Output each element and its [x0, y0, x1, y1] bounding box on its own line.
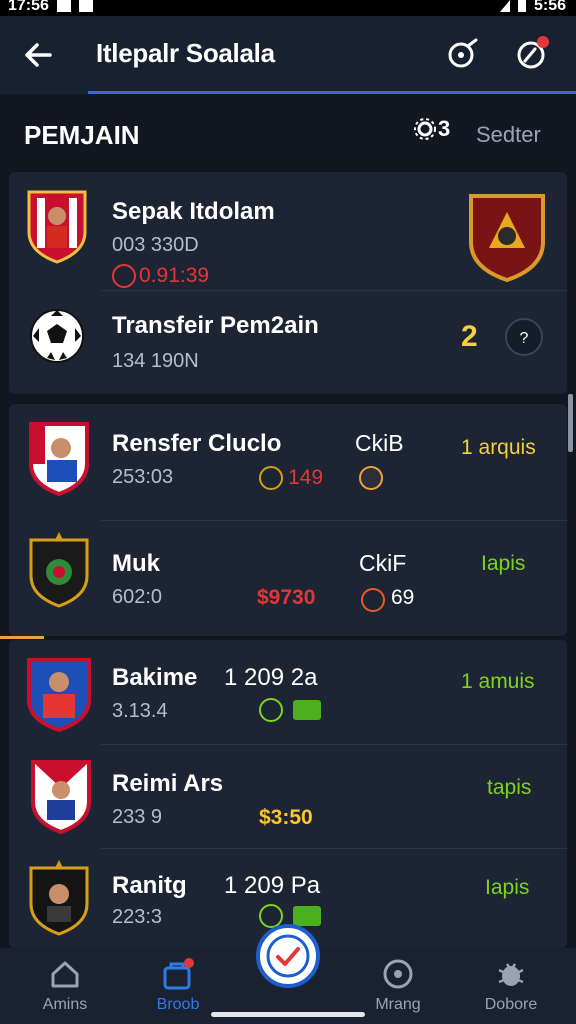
- whistle-icon[interactable]: [444, 34, 482, 72]
- page-title: Itlepalr Soalala: [96, 38, 275, 68]
- player-extra: 1 209 2a: [224, 664, 318, 691]
- settings-count: 3: [438, 116, 451, 141]
- player-value: $9730: [257, 586, 316, 609]
- soccer-ball-icon: [30, 309, 84, 363]
- compass-icon[interactable]: [512, 34, 550, 72]
- status-badge: 1 arquis: [461, 436, 536, 459]
- status-badge: 1 amuis: [461, 670, 535, 693]
- nav-item-target[interactable]: Mrang: [353, 958, 443, 1014]
- status-badge: Iapis: [481, 552, 526, 575]
- nav-item-bug[interactable]: Dobore: [466, 958, 556, 1014]
- signal-icon: [499, 0, 510, 12]
- flag-icon: [293, 700, 321, 720]
- player-value: 0.91:39: [139, 264, 210, 287]
- club-crest-icon: [29, 860, 89, 936]
- section-header: PEMJAIN 3 Sedter: [0, 94, 576, 172]
- player-name: Reimi Ars: [112, 770, 224, 797]
- rating-icon: [361, 588, 385, 612]
- player-name: Rensfer Cluclo: [112, 430, 282, 457]
- club-label: CkiB: [355, 430, 404, 456]
- arrow-left-icon[interactable]: [20, 38, 56, 72]
- player-stat: 003 330D: [112, 234, 199, 256]
- club-crest-icon: [29, 532, 89, 608]
- transfer-count: 2: [461, 320, 478, 353]
- message-icon: [78, 0, 93, 12]
- player-value: $3:50: [259, 806, 313, 829]
- player-value: 149: [288, 466, 324, 489]
- club-crest-icon: [29, 422, 89, 496]
- player-name: Bakime: [112, 664, 198, 691]
- status-badge: tapis: [487, 776, 532, 799]
- list-item[interactable]: Muk 602:0 $9730 CkiF 69 Iapis: [9, 520, 567, 636]
- list-item[interactable]: Rensfer Cluclo 253:03 149 CkiB 1 arquis: [9, 404, 567, 520]
- player-name: Sepak Itdolam: [112, 198, 275, 225]
- gear-icon: [414, 118, 436, 140]
- home-icon: [51, 961, 79, 988]
- status-badge: Iapis: [485, 876, 530, 899]
- player-extra: 1 209 Pa: [224, 872, 321, 899]
- check-circle-icon: [259, 698, 283, 722]
- section-title: PEMJAIN: [24, 120, 140, 150]
- notification-icon: [56, 0, 71, 12]
- battery-icon: [517, 0, 526, 12]
- player-card: Rensfer Cluclo 253:03 149 CkiB 1 arquis …: [9, 404, 567, 636]
- player-name: Transfeir Pem2ain: [112, 312, 319, 339]
- shop-icon: [163, 958, 194, 990]
- rating-value: 69: [391, 586, 415, 609]
- sorter-button[interactable]: Sedter: [476, 122, 541, 148]
- info-icon[interactable]: ?: [505, 318, 543, 356]
- player-stat: 233 9: [112, 806, 163, 828]
- club-logo-icon: [469, 194, 545, 282]
- status-bar: 17:56 5:56: [0, 0, 576, 16]
- scrollbar[interactable]: [568, 394, 573, 452]
- app-bar: Itlepalr Soalala: [0, 16, 576, 94]
- nav-item-shop[interactable]: Broob: [133, 958, 223, 1014]
- settings-button[interactable]: 3: [414, 116, 450, 142]
- bug-icon: [498, 963, 524, 986]
- confirm-button[interactable]: [256, 924, 320, 988]
- target-icon: [383, 959, 413, 989]
- player-stat: 602:0: [112, 586, 163, 608]
- coin-icon: [259, 466, 283, 490]
- flame-icon: [359, 466, 383, 490]
- player-stat: 253:03: [112, 466, 174, 488]
- flag-icon: [293, 906, 321, 926]
- list-item[interactable]: Sepak Itdolam 003 330D 0.91:39: [9, 172, 567, 290]
- nav-label: Dobore: [484, 996, 538, 1013]
- status-clock: 5:56: [533, 0, 566, 14]
- svg-text:?: ?: [520, 330, 529, 347]
- player-stat: 3.13.4: [112, 700, 168, 722]
- checkmark-icon: [266, 934, 310, 978]
- nav-label: Amins: [42, 996, 88, 1013]
- nav-item-home[interactable]: Amins: [20, 958, 110, 1014]
- player-card: Bakime 1 209 2a 3.13.4 1 amuis Reimi Ars…: [9, 640, 567, 948]
- club-crest-icon: [27, 658, 91, 732]
- home-indicator[interactable]: [211, 1012, 365, 1017]
- player-name: Ranitg: [112, 872, 187, 899]
- club-crest-icon: [27, 190, 87, 264]
- nav-label: Mrang: [375, 996, 421, 1013]
- clock-icon: [112, 264, 136, 288]
- nav-label: Broob: [156, 996, 200, 1013]
- player-card: Sepak Itdolam 003 330D 0.91:39 Transfeir…: [9, 172, 567, 394]
- list-item[interactable]: Transfeir Pem2ain 134 190N 2 ?: [9, 290, 567, 394]
- player-stat: 223:3: [112, 906, 163, 928]
- list-item[interactable]: Bakime 1 209 2a 3.13.4 1 amuis: [9, 640, 567, 744]
- player-name: Muk: [112, 550, 160, 577]
- club-label: CkiF: [359, 550, 407, 576]
- club-crest-icon: [31, 760, 91, 834]
- player-stat: 134 190N: [112, 350, 199, 372]
- list-item[interactable]: Reimi Ars 233 9 $3:50 tapis: [9, 744, 567, 848]
- status-time: 17:56: [8, 0, 49, 14]
- tab-accent: [0, 636, 44, 639]
